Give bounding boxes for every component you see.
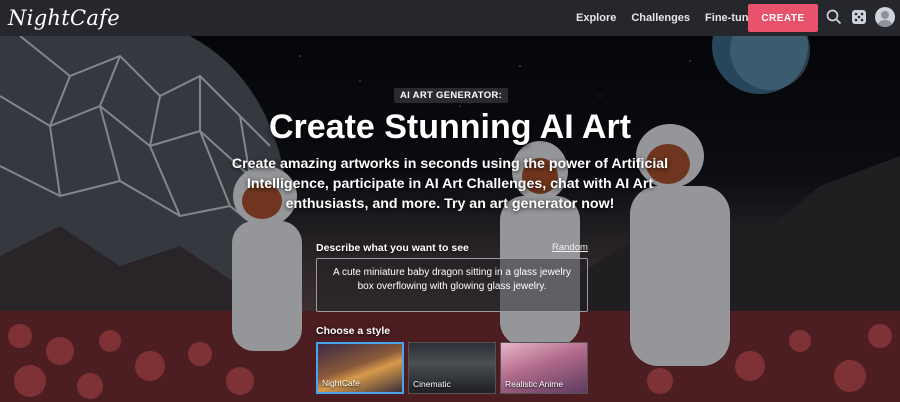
prompt-input[interactable]: A cute miniature baby dragon sitting in … <box>316 258 588 312</box>
hero-badge: AI ART GENERATOR: <box>394 88 509 103</box>
style-label: Choose a style <box>316 325 391 337</box>
nav-explore[interactable]: Explore <box>576 12 616 24</box>
avatar-icon[interactable] <box>875 7 895 27</box>
nightcafe-logo[interactable]: NightCafe <box>8 6 120 30</box>
top-nav-bar: NightCafe Explore Challenges Fine-tuning… <box>0 0 900 36</box>
create-button[interactable]: CREATE <box>748 4 818 32</box>
style-card-label: Realistic Anime <box>505 379 564 389</box>
style-card-realistic-anime[interactable]: Realistic Anime <box>500 342 588 394</box>
style-card-label: Cinematic <box>413 379 451 389</box>
nav-challenges[interactable]: Challenges <box>631 12 690 24</box>
hero-title: Create Stunning AI Art <box>268 108 632 146</box>
search-icon[interactable] <box>826 9 844 27</box>
hero-subtitle: Create amazing artworks in seconds using… <box>231 156 669 212</box>
dice-icon[interactable] <box>851 9 869 27</box>
prompt-label: Describe what you want to see <box>316 242 469 254</box>
style-card-label: NightCafe <box>322 378 360 388</box>
random-prompt-link[interactable]: Random <box>552 242 588 253</box>
style-card-cinematic[interactable]: Cinematic <box>408 342 496 394</box>
style-card-nightcafe[interactable]: NightCafe <box>316 342 404 394</box>
style-selector: NightCafe Cinematic Realistic Anime <box>316 342 588 394</box>
